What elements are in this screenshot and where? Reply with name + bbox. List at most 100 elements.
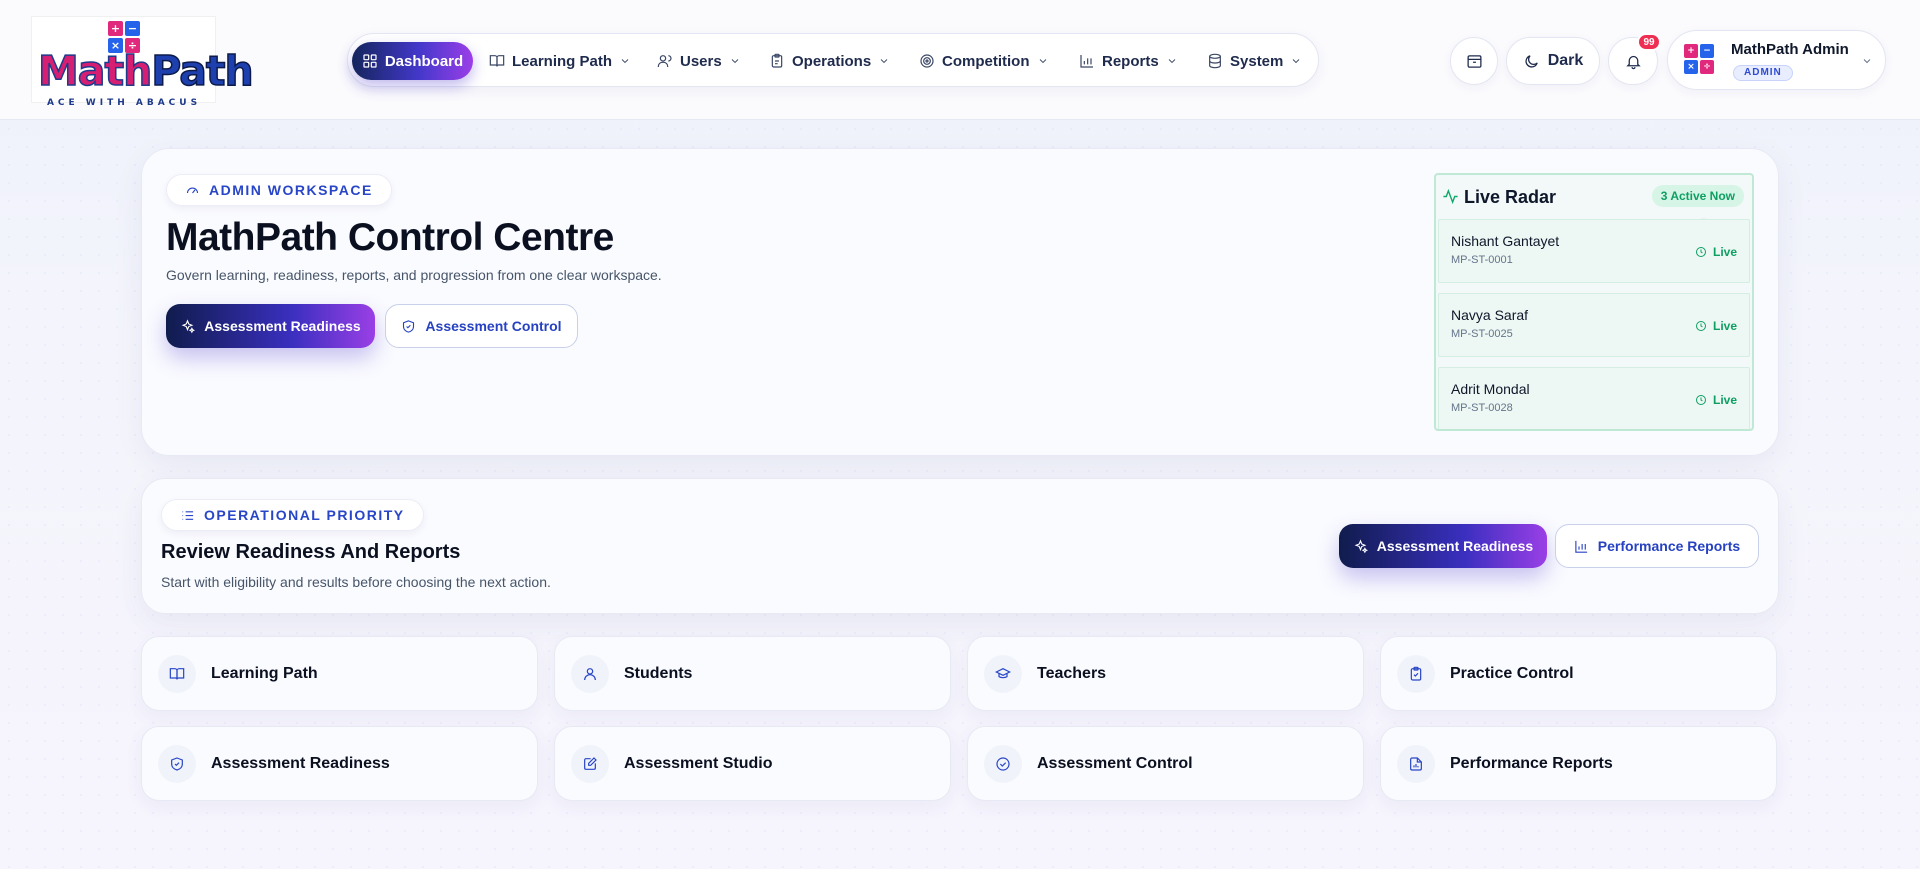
bell-icon — [1625, 55, 1641, 69]
tile-icon-wrap — [984, 655, 1022, 693]
chevron-down-icon — [1168, 59, 1176, 64]
avatar: + − × ÷ — [1684, 44, 1714, 74]
chevron-down-icon — [731, 59, 739, 64]
mathpath-logo[interactable]: + − × ÷ MathPath ACE WITH ABACUS — [31, 16, 254, 108]
student-id: MP-ST-0025 — [1451, 328, 1513, 340]
priority-assessment-readiness-label: Assessment Readiness — [1376, 538, 1534, 554]
user-role-badge: ADMIN — [1733, 65, 1793, 81]
nav-users-label: Users — [680, 52, 722, 70]
tile-practice-control[interactable]: Practice Control — [1380, 636, 1777, 711]
tile-students[interactable]: Students — [554, 636, 951, 711]
clock-icon — [1695, 247, 1706, 257]
operational-priority-label: OPERATIONAL PRIORITY — [161, 499, 424, 531]
tile-label: Students — [624, 665, 693, 682]
shield-check-icon — [171, 757, 183, 771]
assessment-control-label: Assessment Control — [425, 318, 562, 334]
dashboard-grid-icon — [363, 54, 377, 68]
notification-count-badge: 99 — [1637, 33, 1661, 51]
nav-competition[interactable]: Competition — [919, 42, 1049, 80]
assessment-readiness-button[interactable]: Assessment Readiness — [166, 304, 375, 348]
nav-system[interactable]: System — [1207, 42, 1302, 80]
performance-reports-label: Performance Reports — [1597, 538, 1741, 554]
list-icon — [182, 510, 194, 520]
tile-teachers[interactable]: Teachers — [967, 636, 1364, 711]
bar-chart-icon — [1080, 55, 1093, 68]
tile-label: Practice Control — [1450, 665, 1574, 682]
nav-learning-path[interactable]: Learning Path — [489, 42, 631, 80]
book-open-icon — [489, 55, 505, 67]
clipboard-icon — [771, 53, 783, 68]
performance-reports-button[interactable]: Performance Reports — [1555, 524, 1759, 568]
file-report-icon — [1410, 757, 1422, 771]
activity-icon — [1443, 188, 1458, 205]
edit-icon — [584, 757, 597, 770]
student-id: MP-ST-0001 — [1451, 254, 1513, 266]
tile-icon-wrap — [1397, 745, 1435, 783]
live-status: Live — [1695, 245, 1737, 259]
tile-learning-path[interactable]: Learning Path — [141, 636, 538, 711]
chevron-down-icon — [1863, 59, 1871, 64]
user-profile-menu[interactable]: + − × ÷ MathPath Admin ADMIN — [1667, 30, 1886, 90]
nav-system-label: System — [1230, 52, 1284, 70]
moon-icon — [1525, 54, 1538, 68]
nav-dashboard-label: Dashboard — [384, 52, 464, 70]
nav-competition-label: Competition — [942, 52, 1030, 70]
list-item[interactable]: Navya Saraf MP-ST-0025 Live — [1438, 293, 1750, 357]
student-name: Navya Saraf — [1451, 307, 1529, 323]
avatar-divide-tile: ÷ — [1700, 60, 1714, 74]
clock-icon — [1695, 395, 1706, 405]
main-nav: Dashboard Learning Path Users Operations… — [347, 33, 1319, 87]
nav-operations[interactable]: Operations — [769, 42, 890, 80]
chevron-down-icon — [1293, 59, 1300, 64]
book-open-icon — [169, 668, 185, 680]
nav-reports[interactable]: Reports — [1079, 42, 1178, 80]
clock-icon — [1695, 321, 1706, 331]
nav-operations-label: Operations — [792, 52, 872, 70]
avatar-plus-tile: + — [1684, 44, 1698, 58]
priority-title: Review Readiness And Reports — [161, 541, 461, 563]
theme-toggle-button[interactable]: Dark — [1506, 37, 1600, 85]
priority-assessment-readiness-button[interactable]: Assessment Readiness — [1339, 524, 1547, 568]
tile-label: Teachers — [1037, 665, 1107, 682]
logo-minus-tile: − — [125, 21, 140, 36]
admin-workspace-text: ADMIN WORKSPACE — [209, 182, 373, 198]
tile-icon-wrap — [1397, 655, 1435, 693]
nav-dashboard[interactable]: Dashboard — [352, 42, 473, 80]
tile-label: Assessment Readiness — [211, 755, 390, 772]
tile-performance-reports[interactable]: Performance Reports — [1380, 726, 1777, 801]
tile-icon-wrap — [158, 745, 196, 783]
tile-assessment-control[interactable]: Assessment Control — [967, 726, 1364, 801]
list-item[interactable]: Nishant Gantayet MP-ST-0001 Live — [1438, 219, 1750, 283]
archive-button[interactable] — [1450, 37, 1498, 85]
sparkles-icon — [181, 318, 196, 333]
graduation-cap-icon — [995, 667, 1011, 679]
live-radar-header: Live Radar 3 Active Now — [1436, 175, 1752, 219]
tile-assessment-studio[interactable]: Assessment Studio — [554, 726, 951, 801]
target-icon — [920, 54, 934, 68]
avatar-times-tile: × — [1684, 60, 1698, 74]
chevron-down-icon — [880, 59, 888, 64]
student-name: Adrit Mondal — [1451, 381, 1530, 397]
user-icon — [584, 668, 596, 681]
users-icon — [657, 55, 672, 67]
tile-label: Assessment Control — [1037, 755, 1193, 772]
tile-label: Learning Path — [211, 665, 318, 682]
chevron-down-icon — [1039, 59, 1046, 64]
logo-tagline: ACE WITH ABACUS — [46, 98, 202, 108]
live-status: Live — [1695, 393, 1737, 407]
check-circle-icon — [996, 757, 1010, 771]
tile-icon-wrap — [158, 655, 196, 693]
nav-users[interactable]: Users — [657, 42, 741, 80]
live-status-text: Live — [1712, 319, 1737, 333]
archive-icon — [1466, 54, 1482, 68]
tile-icon-wrap — [984, 745, 1022, 783]
shield-check-icon — [403, 319, 415, 333]
database-icon — [1209, 53, 1221, 69]
notifications-button[interactable]: 99 — [1608, 33, 1661, 85]
assessment-control-button[interactable]: Assessment Control — [385, 304, 578, 348]
logo-wordmark: MathPath — [37, 46, 254, 96]
tile-label: Assessment Studio — [624, 755, 773, 772]
list-item[interactable]: Adrit Mondal MP-ST-0028 Live — [1438, 367, 1750, 429]
tile-assessment-readiness[interactable]: Assessment Readiness — [141, 726, 538, 801]
student-id: MP-ST-0028 — [1451, 402, 1513, 414]
